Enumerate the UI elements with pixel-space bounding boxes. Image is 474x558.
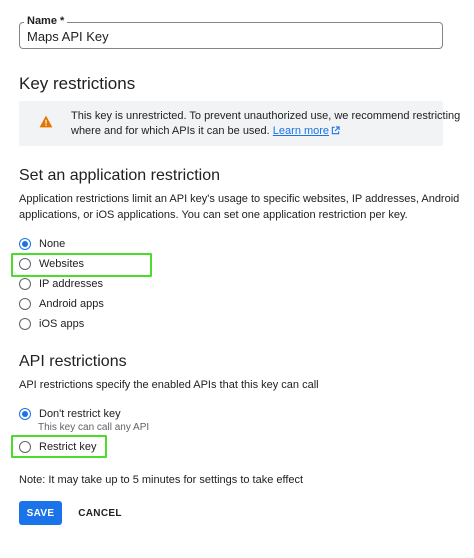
- name-input[interactable]: [27, 29, 427, 44]
- websites-highlight-box: [11, 253, 152, 277]
- option-label: None: [39, 238, 66, 250]
- option-label: IP addresses: [39, 278, 104, 290]
- app-restriction-option-none[interactable]: None: [19, 236, 65, 252]
- key-restrictions-heading: Key restrictions: [19, 74, 136, 93]
- radio-button[interactable]: [19, 298, 31, 310]
- app-restriction-option-android-apps[interactable]: Android apps: [19, 296, 104, 312]
- save-button[interactable]: SAVE: [19, 501, 62, 525]
- learn-more-link[interactable]: Learn more: [273, 125, 340, 137]
- restrict-key-highlight-box: [11, 435, 107, 458]
- api-restriction-option-dont-restrict[interactable]: Don't restrict key: [19, 406, 121, 422]
- application-restriction-heading: Set an application restriction: [19, 167, 220, 184]
- radio-button-checked[interactable]: [19, 238, 31, 250]
- radio-button-checked[interactable]: [19, 408, 31, 420]
- api-restrictions-heading: API restrictions: [19, 353, 127, 370]
- learn-more-label: Learn more: [272, 125, 330, 137]
- application-restriction-description: Application restrictions limit an API ke…: [19, 193, 460, 221]
- name-field-label: Name *: [24, 15, 68, 27]
- option-label: Don't restrict key: [39, 408, 121, 420]
- warning-icon: [39, 115, 53, 128]
- open-in-new-icon: [331, 126, 340, 135]
- app-restriction-option-ip-addresses[interactable]: IP addresses: [19, 276, 103, 292]
- app-restriction-option-ios-apps[interactable]: iOS apps: [19, 316, 84, 332]
- radio-button[interactable]: [19, 278, 31, 290]
- warning-text-line1: This key is unrestricted. To prevent una…: [71, 110, 461, 122]
- settings-delay-note: Note: It may take up to 5 minutes for se…: [19, 474, 304, 486]
- warning-text-line2: where and for which APIs it can be used.: [71, 125, 270, 137]
- dont-restrict-sublabel: This key can call any API: [38, 422, 150, 433]
- radio-button[interactable]: [19, 318, 31, 330]
- unrestricted-warning-banner: This key is unrestricted. To prevent una…: [19, 101, 461, 146]
- cancel-button[interactable]: CANCEL: [73, 501, 127, 525]
- option-label: iOS apps: [39, 318, 85, 330]
- api-restrictions-description: API restrictions specify the enabled API…: [19, 379, 319, 391]
- option-label: Android apps: [39, 298, 104, 310]
